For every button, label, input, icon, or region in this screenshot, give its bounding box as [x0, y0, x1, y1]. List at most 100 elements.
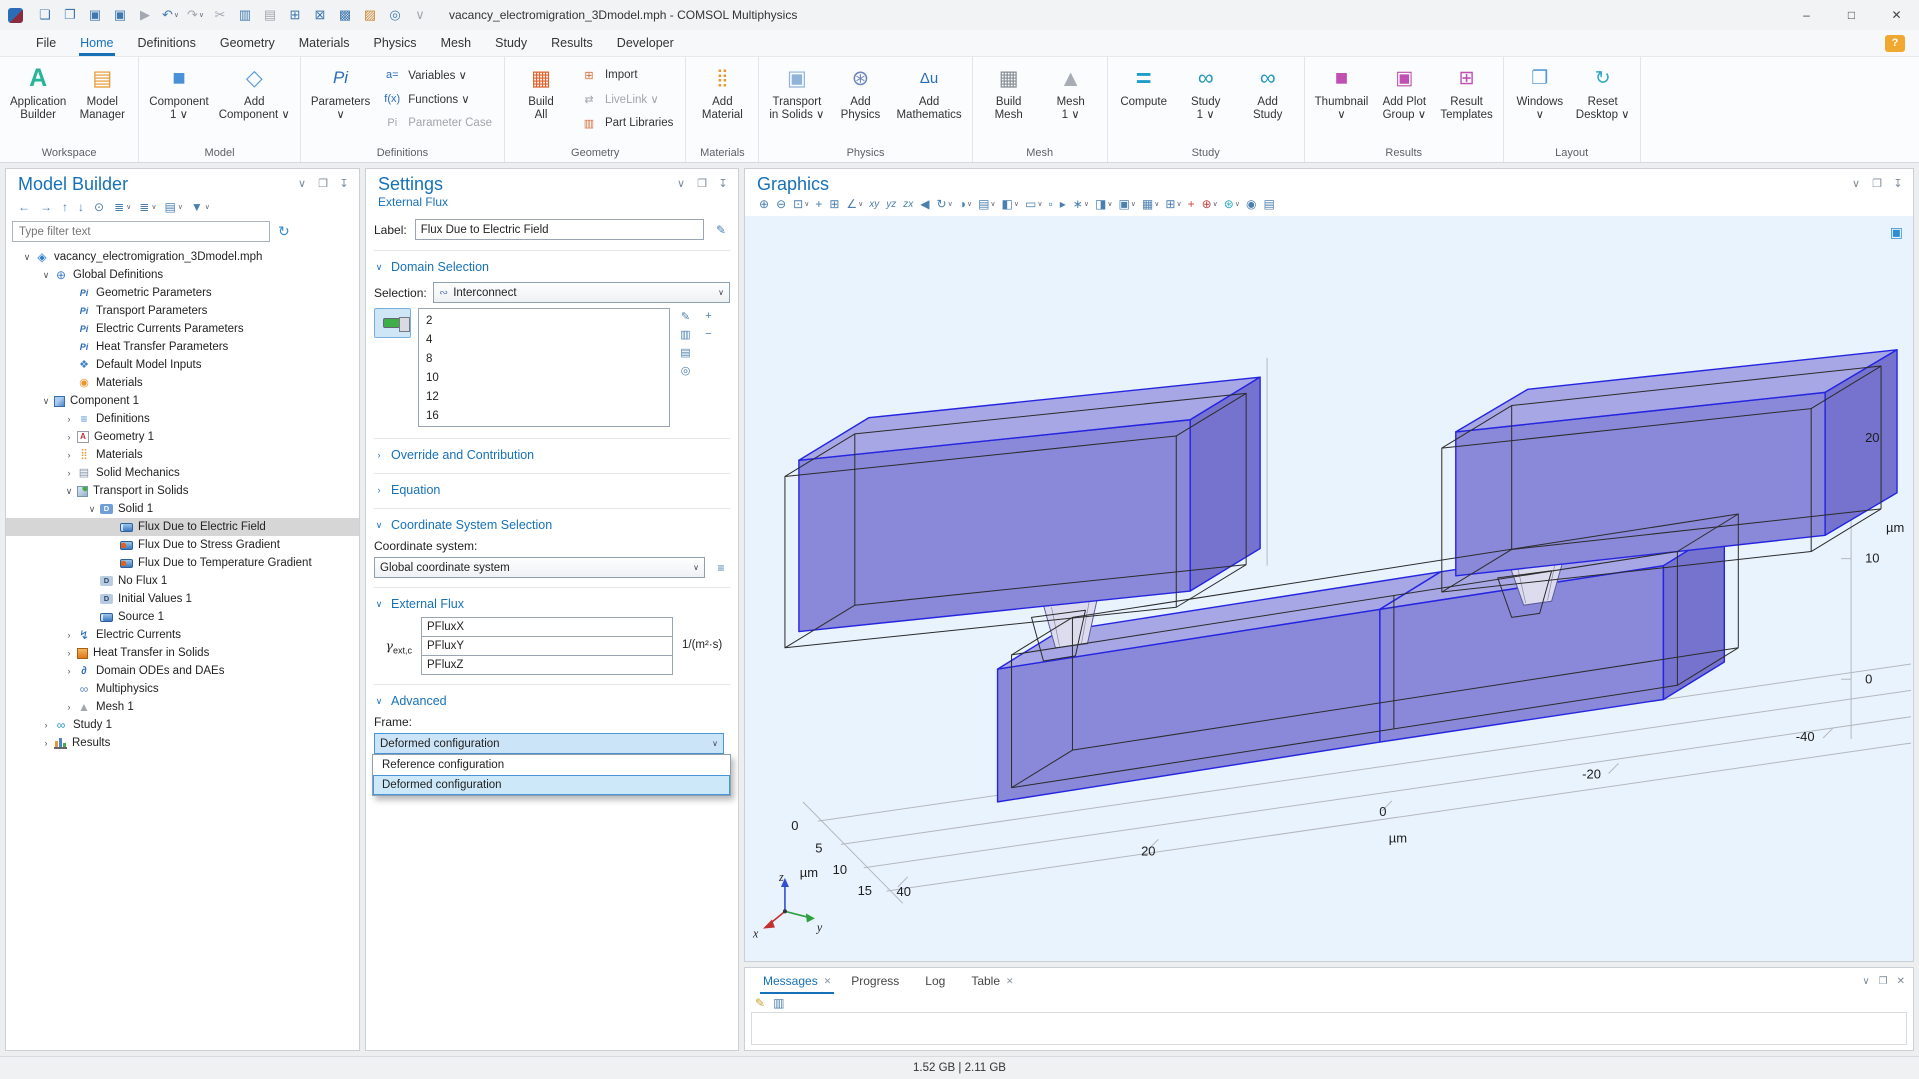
tree-item[interactable]: ∨ ◈ vacancy_electromigration_3Dmodel.mph [6, 248, 359, 266]
domain-list-item[interactable]: 2 [419, 312, 669, 331]
section-coordinate-system[interactable]: ∨ Coordinate System Selection [374, 516, 730, 534]
tree-item[interactable]: ◉ Materials [6, 374, 359, 392]
dropdown-option[interactable]: Deformed configuration [373, 775, 730, 795]
tree-item[interactable]: ∨ Transport in Solids [6, 482, 359, 500]
delete-icon[interactable]: ⊠ [308, 3, 333, 27]
menu-geometry[interactable]: Geometry [208, 32, 287, 54]
expand-all-icon[interactable]: ≣∨ [135, 198, 160, 216]
section-advanced[interactable]: ∨ Advanced [374, 692, 730, 710]
panel-menu-icon[interactable]: ∨ [1849, 177, 1863, 190]
collapse-all-icon[interactable]: ≣∨ [110, 198, 135, 216]
parameter-case-button[interactable]: Pi Parameter Case [375, 111, 499, 135]
tree-item[interactable]: Flux Due to Temperature Gradient [6, 554, 359, 572]
select-box-icon[interactable]: ▩ [333, 3, 358, 27]
functions-button[interactable]: f(x) Functions ∨ [375, 87, 499, 111]
transport-in-solids-button[interactable]: ▣ Transport in Solids ∨ [764, 60, 829, 122]
tab-progress[interactable]: Progress [841, 968, 915, 994]
copy-selection-icon[interactable]: ▥ [677, 326, 694, 342]
build-mesh-button[interactable]: ▦ Build Mesh [978, 60, 1040, 122]
part-libraries-button[interactable]: ▥ Part Libraries [572, 111, 680, 135]
tree-expander-icon[interactable]: › [62, 450, 76, 460]
show-icon[interactable]: ⊙ [90, 198, 110, 216]
flux-input[interactable] [421, 617, 673, 637]
tab-messages[interactable]: Messages ✕ [753, 968, 841, 994]
run-icon[interactable]: ▶ [133, 3, 158, 27]
menu-physics[interactable]: Physics [361, 32, 428, 54]
save-as-icon[interactable]: ▣ [108, 3, 133, 27]
environment-icon[interactable]: ▤∨ [975, 195, 998, 213]
tree-item[interactable]: › A Geometry 1 [6, 428, 359, 446]
zx-view-icon[interactable]: zx [900, 197, 917, 212]
back-icon[interactable]: ← [14, 198, 36, 216]
add-material-button[interactable]: ⣿ Add Material [691, 60, 753, 122]
cut-icon[interactable]: ✂ [208, 3, 233, 27]
component-1-button[interactable]: ■ Component 1 ∨ [144, 60, 213, 122]
minimize-button[interactable]: – [1784, 0, 1829, 30]
tree-item[interactable]: D Initial Values 1 [6, 590, 359, 608]
xy-view-icon[interactable]: xy [866, 197, 883, 212]
variables-button[interactable]: a= Variables ∨ [375, 63, 499, 87]
model-tree-view-icon[interactable]: ▤∨ [160, 198, 186, 216]
move-down-icon[interactable]: ↓ [74, 198, 90, 216]
box-select-icon[interactable]: ▫ [1045, 195, 1056, 213]
add-component-button[interactable]: ◇ Add Component ∨ [214, 60, 295, 122]
tab-log[interactable]: Log [915, 968, 961, 994]
zoom-box-icon[interactable]: ⊡∨ [790, 195, 812, 213]
tree-expander-icon[interactable]: › [62, 648, 76, 658]
paste-selection-icon[interactable]: ▤ [677, 344, 694, 360]
gear-icon[interactable]: ⊛∨ [1221, 195, 1243, 213]
mesh-1-button[interactable]: ▲ Mesh 1 ∨ [1040, 60, 1102, 122]
arrow-select-icon[interactable]: ▸ [1057, 195, 1070, 213]
domain-list-item[interactable]: 8 [419, 350, 669, 369]
maximize-button[interactable]: □ [1829, 0, 1874, 30]
parameters-button[interactable]: Pi Parameters ∨ [306, 60, 375, 122]
tree-expander-icon[interactable]: ∨ [85, 504, 99, 515]
compute-button[interactable]: = Compute [1113, 60, 1175, 122]
go-to-source-icon[interactable]: ≡ [712, 559, 730, 577]
tree-item[interactable]: › ≡ Definitions [6, 410, 359, 428]
domain-list-item[interactable]: 4 [419, 331, 669, 350]
tree-item[interactable]: Flux Due to Stress Gradient [6, 536, 359, 554]
go-to-default-view-icon[interactable]: + [812, 195, 826, 213]
close-tab-icon[interactable]: ✕ [1006, 976, 1014, 987]
domain-list[interactable]: 248101216 [418, 308, 670, 427]
menu-materials[interactable]: Materials [287, 32, 362, 54]
snapshot-icon[interactable]: ◉ [1243, 195, 1260, 213]
reset-desktop-button[interactable]: ↻ Reset Desktop ∨ [1571, 60, 1635, 122]
pin-panel-icon[interactable]: ↧ [337, 177, 351, 190]
tree-item[interactable]: Pi Transport Parameters [6, 302, 359, 320]
sketch-icon[interactable]: ▨ [358, 3, 383, 27]
tree-item[interactable]: ∨ Component 1 [6, 392, 359, 410]
print-icon[interactable]: ▤ [1260, 195, 1278, 213]
copy-icon[interactable]: ▥ [233, 3, 258, 27]
windows-button[interactable]: ❐ Windows ∨ [1509, 60, 1571, 122]
menu-mesh[interactable]: Mesh [429, 32, 484, 54]
float-panel-icon[interactable]: ❐ [316, 177, 330, 190]
help-button[interactable]: ? [1885, 35, 1905, 52]
section-domain-selection[interactable]: ∨ Domain Selection [374, 258, 730, 276]
tree-item[interactable]: ∨ D Solid 1 [6, 500, 359, 518]
rename-icon[interactable]: ✎ [712, 221, 730, 239]
tree-expander-icon[interactable]: › [39, 738, 53, 748]
redo-icon[interactable]: ↷∨ [183, 3, 208, 27]
tab-table[interactable]: Table ✕ [961, 968, 1023, 994]
menu-study[interactable]: Study [483, 32, 539, 54]
menu-developer[interactable]: Developer [605, 32, 686, 54]
tree-item[interactable]: › ▤ Solid Mechanics [6, 464, 359, 482]
tree-item[interactable]: › ↯ Electric Currents [6, 626, 359, 644]
preview-icon[interactable]: ◎ [383, 3, 408, 27]
highlight-icon[interactable]: ∗∨ [1070, 195, 1092, 213]
undo-icon[interactable]: ↶∨ [158, 3, 183, 27]
section-external-flux[interactable]: ∨ External Flux [374, 595, 730, 613]
pin-panel-icon[interactable]: ↧ [716, 177, 730, 190]
tree-item[interactable]: Pi Electric Currents Parameters [6, 320, 359, 338]
transparency-icon[interactable]: ◨∨ [1092, 195, 1115, 213]
new-file-icon[interactable]: ❏ [33, 3, 58, 27]
menu-file[interactable]: File [24, 32, 68, 54]
copy-log-icon[interactable]: ▥ [773, 996, 784, 1010]
float-messages-icon[interactable]: ❐ [1879, 976, 1888, 987]
clear-log-icon[interactable]: ✎ [755, 996, 765, 1010]
tree-filter-input[interactable] [12, 221, 270, 242]
grid-icon[interactable]: ▦∨ [1139, 195, 1162, 213]
frame-combo[interactable]: Deformed configuration ∨ [374, 733, 724, 754]
